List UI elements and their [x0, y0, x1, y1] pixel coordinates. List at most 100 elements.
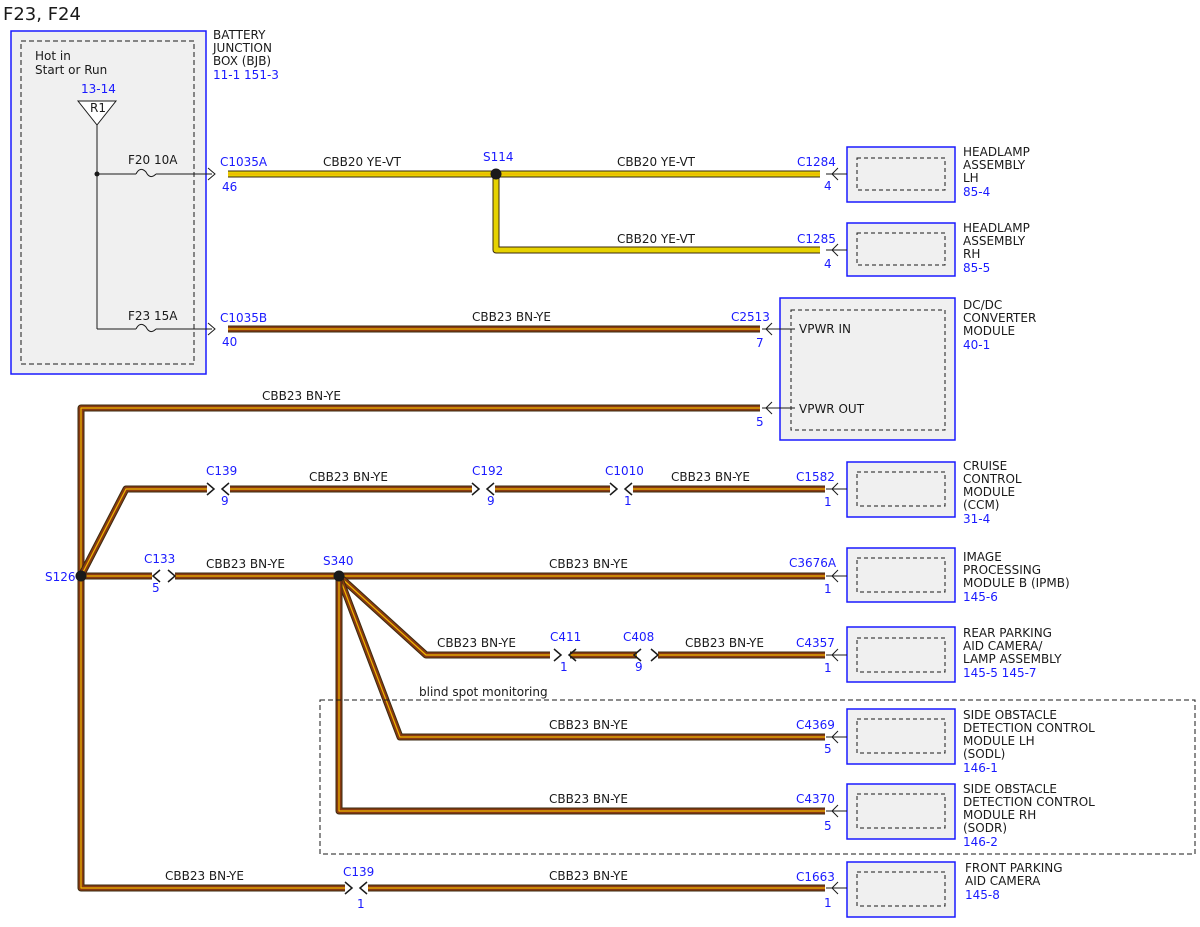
dcdc-name-1: DC/DC [963, 298, 1002, 312]
pin-c4357: 1 [824, 661, 832, 675]
ccm-name-1: CRUISE [963, 459, 1007, 473]
connector-c1010: C1010 [605, 464, 644, 478]
ccm-name-3: MODULE [963, 485, 1015, 499]
pin-c1035a: 46 [222, 180, 237, 194]
wire-cbb20 [228, 170, 820, 254]
c139-bottom-arrow-icon [344, 881, 354, 895]
module-ccm [826, 461, 956, 518]
connector-c1035a: C1035A [220, 155, 268, 169]
dcdc-name-3: MODULE [963, 324, 1015, 338]
sodl-name-4: (SODL) [963, 747, 1005, 761]
splice-s114-dot [490, 168, 502, 180]
pin-c2513-in: 7 [756, 336, 764, 350]
bjb-name-3: BOX (BJB) [213, 54, 271, 68]
c139-top-arrow-icon [206, 482, 216, 496]
inline-connectors [151, 482, 660, 895]
pin-c3676a: 1 [824, 582, 832, 596]
pin-c1663: 1 [824, 896, 832, 910]
sodr-ref: 146-2 [963, 835, 998, 849]
wire-label: CBB23 BN-YE [472, 310, 551, 324]
bjb-hot-line-1: Hot in [35, 49, 71, 63]
ccm-ref: 31-4 [963, 512, 990, 526]
module-headlamp-rh [826, 222, 956, 277]
headlamp-lh-name-1: HEADLAMP [963, 145, 1030, 159]
bjb-name-1: BATTERY [213, 28, 266, 42]
headlamp-lh-ref: 85-4 [963, 185, 990, 199]
wiring-diagram: F23, F24 Hot in Start or Run 13-14 R1 F2… [3, 4, 1196, 918]
module-headlamp-lh [826, 146, 956, 203]
wire-label: CBB23 BN-YE [549, 557, 628, 571]
pin-c1582: 1 [824, 495, 832, 509]
wire-label: CBB23 BN-YE [671, 470, 750, 484]
connector-c139-top: C139 [206, 464, 237, 478]
splice-s114-label: S114 [483, 150, 514, 164]
connector-c1582: C1582 [796, 470, 835, 484]
pin-c192: 9 [487, 494, 495, 508]
connector-c4357: C4357 [796, 636, 835, 650]
ccm-name-2: CONTROL [963, 472, 1022, 486]
dcdc-ref: 40-1 [963, 338, 990, 352]
wire-label: CBB23 BN-YE [309, 470, 388, 484]
pin-c411: 1 [560, 660, 568, 674]
pin-c2513-out: 5 [756, 415, 764, 429]
dcdc-vpwr-in-label: VPWR IN [799, 322, 851, 336]
connector-labels: C1035A 46 C1035B 40 C1284 4 C1285 4 C251… [144, 155, 837, 911]
wire-label: CBB20 YE-VT [323, 155, 402, 169]
pin-c4369: 5 [824, 742, 832, 756]
splice-s126-dot [75, 570, 87, 582]
sodr-name-4: (SODR) [963, 821, 1007, 835]
pin-c1035b: 40 [222, 335, 237, 349]
front-camera-name-1: FRONT PARKING [965, 861, 1063, 875]
connector-c139-bottom: C139 [343, 865, 374, 879]
front-camera-name-2: AID CAMERA [965, 874, 1041, 888]
headlamp-lh-name-2: ASSEMBLY [963, 158, 1026, 172]
connector-c1663: C1663 [796, 870, 835, 884]
wire-label: CBB20 YE-VT [617, 232, 696, 246]
battery-junction-box: Hot in Start or Run 13-14 R1 F20 10A F23… [10, 30, 216, 375]
connector-c408: C408 [623, 630, 654, 644]
sodr-name-1: SIDE OBSTACLE [963, 782, 1057, 796]
pin-c408: 9 [635, 660, 643, 674]
wire-label: CBB23 BN-YE [437, 636, 516, 650]
sodl-name-2: DETECTION CONTROL [963, 721, 1095, 735]
pin-c4370: 5 [824, 819, 832, 833]
module-ipmb [826, 547, 956, 603]
diagram-title: F23, F24 [3, 4, 81, 25]
rear-camera-name-1: REAR PARKING [963, 626, 1052, 640]
module-sodl [826, 708, 956, 765]
bjb-name-2: JUNCTION [212, 41, 272, 55]
pin-c1284: 4 [824, 179, 832, 193]
ipmb-ref: 145-6 [963, 590, 998, 604]
connector-c192: C192 [472, 464, 503, 478]
connector-c3676a: C3676A [789, 556, 837, 570]
headlamp-rh-name-2: ASSEMBLY [963, 234, 1026, 248]
splice-s340-label: S340 [323, 554, 354, 568]
module-front-camera [826, 861, 956, 918]
sodl-name-1: SIDE OBSTACLE [963, 708, 1057, 722]
connector-c2513: C2513 [731, 310, 770, 324]
connector-c1284: C1284 [797, 155, 836, 169]
ipmb-name-1: IMAGE [963, 550, 1002, 564]
ccm-name-4: (CCM) [963, 498, 999, 512]
fuse-f23-label: F23 15A [128, 309, 178, 323]
bjb-refs: 11-1 151-3 [213, 68, 279, 82]
headlamp-rh-name-1: HEADLAMP [963, 221, 1030, 235]
relay-label: R1 [90, 101, 106, 115]
connector-c4370: C4370 [796, 792, 835, 806]
sodl-ref: 146-1 [963, 761, 998, 775]
connector-c1035b: C1035B [220, 311, 267, 325]
front-camera-ref: 145-8 [965, 888, 1000, 902]
connector-c411: C411 [550, 630, 581, 644]
dcdc-vpwr-out-label: VPWR OUT [799, 402, 865, 416]
sodr-name-2: DETECTION CONTROL [963, 795, 1095, 809]
c192-arrow-icon [471, 482, 481, 496]
headlamp-lh-name-3: LH [963, 171, 979, 185]
sodr-name-3: MODULE RH [963, 808, 1036, 822]
wire-cbb23 [77, 325, 825, 892]
relay-ref: 13-14 [81, 82, 116, 96]
dcdc-name-2: CONVERTER [963, 311, 1036, 325]
splice-s340-dot [333, 570, 345, 582]
connector-c133: C133 [144, 552, 175, 566]
fuse-f20-label: F20 10A [128, 153, 178, 167]
connector-c1285: C1285 [797, 232, 836, 246]
